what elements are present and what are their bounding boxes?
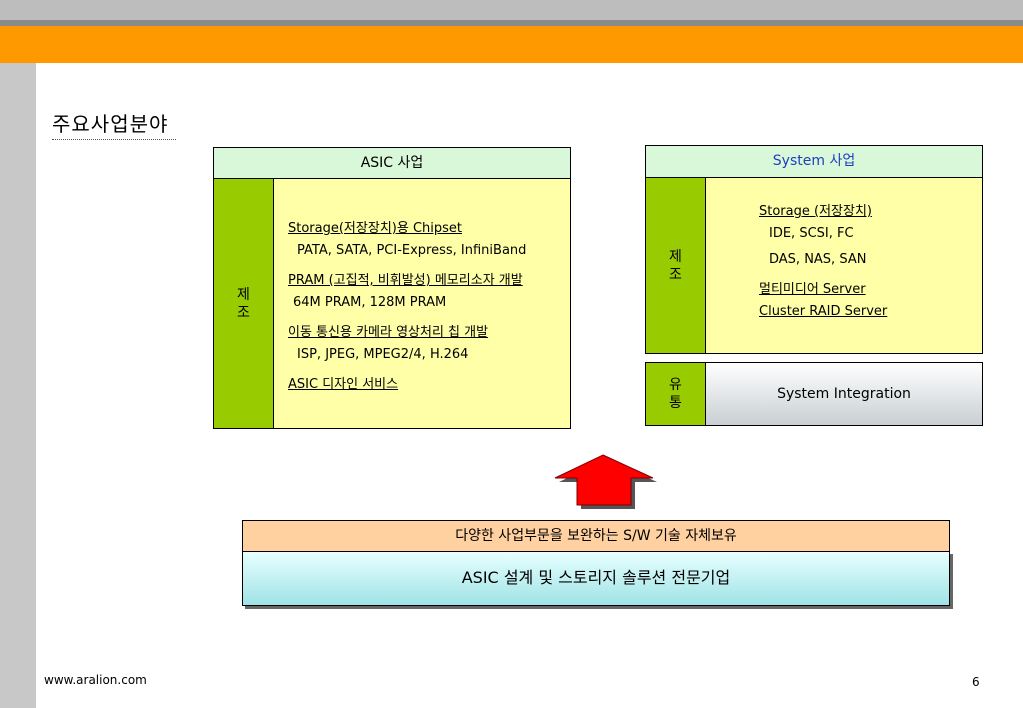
asic-side-char-1: 제 (237, 286, 250, 303)
system-header: System 사업 (645, 145, 983, 178)
company-summary-bar: ASIC 설계 및 스토리지 솔루션 전문기업 (242, 551, 950, 606)
system-integration-box: System Integration (705, 362, 983, 426)
asic-side-label: 제 조 (213, 178, 274, 429)
footer-url: www.aralion.com (44, 673, 147, 687)
system-line-1: Storage (저장장치) (759, 204, 872, 219)
asic-line-2: PATA, SATA, PCI-Express, InfiniBand (297, 243, 527, 258)
page-number: 6 (972, 675, 980, 689)
system-line-2: IDE, SCSI, FC (769, 226, 854, 241)
company-summary-label: ASIC 설계 및 스토리지 솔루션 전문기업 (461, 568, 731, 587)
asic-header: ASIC 사업 (213, 147, 571, 179)
top-orange-band (0, 26, 1023, 63)
asic-line-7: ASIC 디자인 서비스 (288, 377, 399, 392)
asic-line-6: ISP, JPEG, MPEG2/4, H.264 (297, 347, 469, 362)
system-line-4: 멀티미디어 Server (759, 282, 866, 297)
system-integration-label: System Integration (777, 386, 911, 402)
up-arrow-icon (554, 454, 657, 509)
sw-capability-label: 다양한 사업부문을 보완하는 S/W 기술 자체보유 (455, 528, 737, 544)
distribution-char-2: 통 (669, 395, 682, 411)
system-side-char-1: 제 (669, 248, 682, 265)
system-line-5: Cluster RAID Server (759, 304, 888, 319)
system-side-char-2: 조 (669, 266, 682, 283)
top-gray-band (0, 0, 1023, 20)
system-header-label: System 사업 (772, 153, 856, 169)
asic-line-5: 이동 통신용 카메라 영상처리 칩 개발 (288, 325, 489, 340)
asic-side-char-2: 조 (237, 304, 250, 321)
left-gray-bar (0, 63, 36, 708)
asic-header-label: ASIC 사업 (360, 155, 424, 171)
system-side-label: 제 조 (645, 177, 706, 354)
distribution-char-1: 유 (669, 377, 682, 393)
page-title: 주요사업분야 (52, 112, 169, 136)
sw-capability-bar: 다양한 사업부문을 보완하는 S/W 기술 자체보유 (242, 520, 950, 552)
distribution-label: 유 통 (645, 362, 706, 426)
asic-line-4: 64M PRAM, 128M PRAM (293, 295, 447, 310)
title-underline (52, 139, 176, 140)
system-line-3: DAS, NAS, SAN (769, 252, 867, 267)
asic-line-1: Storage(저장장치)용 Chipset (288, 221, 462, 236)
asic-line-3: PRAM (고집적, 비휘발성) 메모리소자 개발 (288, 273, 523, 288)
